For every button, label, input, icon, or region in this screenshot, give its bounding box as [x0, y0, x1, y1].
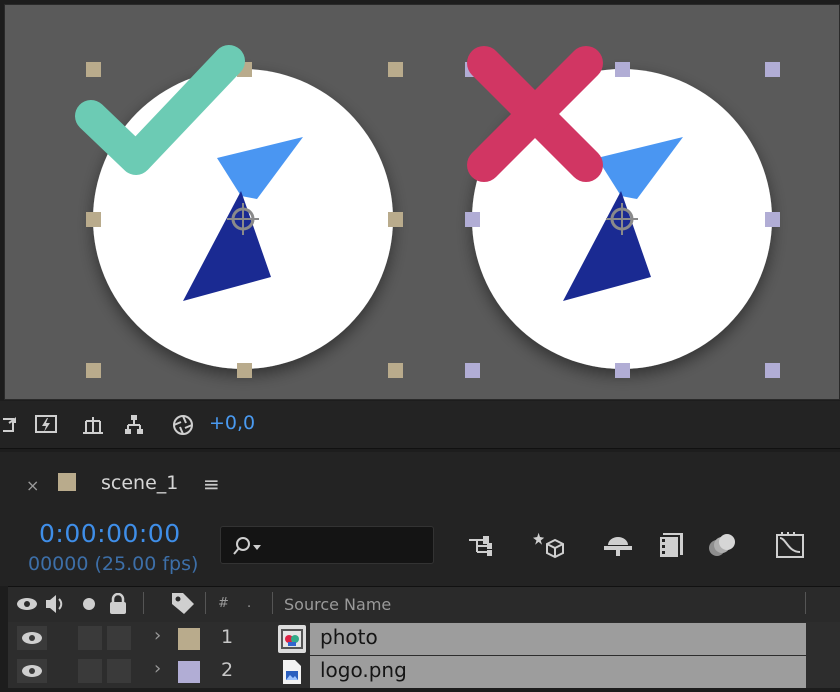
image-file-icon	[278, 658, 306, 686]
column-number-header[interactable]: #	[218, 596, 229, 611]
graph-editor-icon[interactable]	[774, 529, 806, 561]
clock-left[interactable]	[75, 45, 403, 378]
current-time-display[interactable]: 0:00:00:00	[39, 519, 181, 548]
column-mark: .	[247, 596, 252, 611]
lock-icon[interactable]	[110, 593, 126, 614]
column-separator	[143, 592, 144, 614]
lock-toggle[interactable]	[107, 626, 131, 650]
audio-toggle[interactable]	[78, 659, 102, 683]
clock-right[interactable]	[465, 46, 780, 378]
composition-label-swatch	[58, 473, 76, 491]
audio-speaker-icon[interactable]	[46, 595, 63, 613]
layer-search-input[interactable]	[220, 526, 434, 564]
comp-mini-flowchart-icon[interactable]	[466, 529, 498, 561]
layer-label-swatch[interactable]	[178, 628, 200, 650]
shy-layers-icon[interactable]	[602, 529, 634, 561]
composition-flowchart-icon[interactable]	[121, 412, 147, 438]
layer-name-field[interactable]	[310, 623, 806, 655]
composition-icon	[278, 625, 306, 653]
layer-name[interactable]: photo	[320, 625, 378, 649]
lock-toggle[interactable]	[107, 659, 131, 683]
layer-row[interactable]: › 2 logo.png	[8, 655, 840, 688]
label-tag-icon[interactable]	[170, 591, 196, 615]
layer-visibility-toggle[interactable]	[17, 626, 47, 650]
panel-menu-icon[interactable]: ≡	[203, 472, 220, 496]
solo-dot-icon[interactable]	[83, 598, 95, 610]
frame-fps-display: 00000 (25.00 fps)	[28, 553, 199, 575]
chevron-right-icon[interactable]: ›	[154, 625, 161, 646]
draft-3d-icon[interactable]	[533, 529, 565, 561]
eye-icon	[22, 632, 42, 644]
close-tab-button[interactable]: ×	[26, 476, 39, 495]
column-separator	[272, 592, 273, 614]
layer-number: 2	[221, 659, 234, 681]
tab-scene-1[interactable]: scene_1	[101, 472, 178, 494]
column-source-name-header[interactable]: Source Name	[284, 595, 391, 614]
video-eye-icon[interactable]	[17, 598, 37, 610]
composition-canvas[interactable]	[4, 4, 840, 400]
layer-name[interactable]: logo.png	[320, 658, 407, 682]
layer-label-swatch[interactable]	[178, 661, 200, 683]
layer-row[interactable]: › 1 photo	[8, 622, 840, 655]
exposure-icon[interactable]	[170, 412, 196, 438]
search-icon	[233, 537, 261, 555]
column-separator	[805, 592, 806, 614]
layer-number: 1	[221, 626, 234, 648]
timeline-flowchart-icon[interactable]	[80, 412, 106, 438]
audio-toggle[interactable]	[78, 626, 102, 650]
chevron-right-icon[interactable]: ›	[154, 658, 161, 679]
fast-preview-icon[interactable]	[33, 412, 59, 438]
snapshot-icon[interactable]	[0, 412, 26, 438]
motion-blur-icon[interactable]	[707, 529, 739, 561]
eye-icon	[22, 665, 42, 677]
exposure-value[interactable]: +0,0	[209, 412, 255, 434]
column-separator	[205, 592, 206, 614]
frame-blending-icon[interactable]	[655, 529, 687, 561]
composition-viewer	[0, 0, 840, 401]
layer-visibility-toggle[interactable]	[17, 659, 47, 683]
layer-column-header	[8, 586, 840, 622]
